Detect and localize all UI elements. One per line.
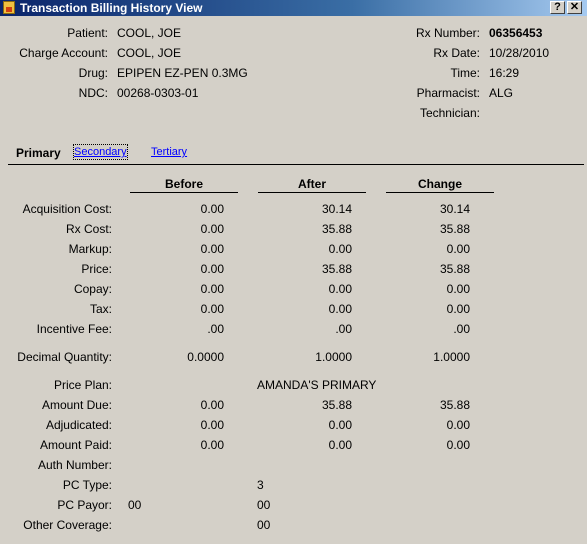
row-before: 0.00 — [200, 202, 224, 216]
other-coverage-after: 00 — [257, 518, 271, 532]
title-bar[interactable]: Transaction Billing History View ? ✕ — [0, 0, 587, 16]
adjudicated-before: 0.00 — [200, 418, 224, 432]
tab-primary[interactable]: Primary — [16, 146, 61, 160]
row-label: Copay: — [73, 282, 112, 296]
row-after: 35.88 — [321, 222, 352, 236]
rx-date-label: Rx Date: — [433, 46, 480, 60]
close-button[interactable]: ✕ — [567, 1, 582, 14]
window-title: Transaction Billing History View — [20, 1, 203, 15]
row-change: .00 — [453, 322, 470, 336]
amount-due-label: Amount Due: — [41, 398, 112, 412]
row-change: 0.00 — [446, 302, 470, 316]
amount-paid-before: 0.00 — [200, 438, 224, 452]
technician-label: Technician: — [419, 106, 480, 120]
amount-paid-after: 0.00 — [328, 438, 352, 452]
column-change-header: Change — [417, 177, 462, 191]
drug-label: Drug: — [78, 66, 108, 80]
amount-paid-label: Amount Paid: — [39, 438, 112, 452]
row-after: 35.88 — [321, 262, 352, 276]
time-label: Time: — [450, 66, 480, 80]
tab-tertiary[interactable]: Tertiary — [151, 145, 187, 159]
pc-type-label: PC Type: — [62, 478, 112, 492]
auth-number-label: Auth Number: — [37, 458, 112, 472]
column-change-underline — [386, 192, 494, 193]
app-icon — [3, 1, 15, 14]
row-change: 35.88 — [439, 222, 470, 236]
pc-payor-after: 00 — [257, 498, 271, 512]
drug-value: EPIPEN EZ-PEN 0.3MG — [117, 66, 248, 80]
row-change: 35.88 — [439, 262, 470, 276]
column-after-underline — [258, 192, 366, 193]
row-before: 0.00 — [200, 222, 224, 236]
row-label: Rx Cost: — [65, 222, 112, 236]
row-change: 0.00 — [446, 242, 470, 256]
row-label: Incentive Fee: — [36, 322, 112, 336]
row-after: 0.00 — [328, 242, 352, 256]
pharmacist-value: ALG — [489, 86, 514, 100]
row-label: Price: — [81, 262, 112, 276]
row-after: 0.00 — [328, 282, 352, 296]
price-plan-value: AMANDA'S PRIMARY — [257, 378, 377, 392]
pc-payor-before: 00 — [128, 498, 142, 512]
row-after: 0.00 — [328, 302, 352, 316]
row-change: 0.00 — [446, 282, 470, 296]
tab-divider — [8, 164, 584, 165]
help-button[interactable]: ? — [550, 1, 565, 14]
decimal-quantity-after: 1.0000 — [315, 350, 352, 364]
pharmacist-label: Pharmacist: — [416, 86, 480, 100]
transaction-billing-history-window: Transaction Billing History View ? ✕ Pat… — [0, 0, 587, 544]
row-label: Tax: — [89, 302, 112, 316]
time-value: 16:29 — [489, 66, 520, 80]
row-before: 0.00 — [200, 282, 224, 296]
decimal-quantity-before: 0.0000 — [187, 350, 224, 364]
patient-label: Patient: — [67, 26, 108, 40]
other-coverage-label: Other Coverage: — [23, 518, 112, 532]
adjudicated-change: 0.00 — [446, 418, 470, 432]
ndc-label: NDC: — [78, 86, 108, 100]
rx-date-value: 10/28/2010 — [489, 46, 550, 60]
rx-number-value: 06356453 — [489, 26, 543, 40]
decimal-quantity-label: Decimal Quantity: — [17, 350, 112, 364]
adjudicated-after: 0.00 — [328, 418, 352, 432]
row-after: 30.14 — [321, 202, 352, 216]
column-before-underline — [130, 192, 238, 193]
decimal-quantity-change: 1.0000 — [433, 350, 470, 364]
charge-account-label: Charge Account: — [19, 46, 108, 60]
row-before: 0.00 — [200, 242, 224, 256]
row-before: 0.00 — [200, 262, 224, 276]
column-before-header: Before — [164, 177, 203, 191]
amount-paid-change: 0.00 — [446, 438, 470, 452]
ndc-value: 00268-0303-01 — [117, 86, 199, 100]
row-label: Markup: — [68, 242, 112, 256]
tab-secondary[interactable]: Secondary — [73, 144, 128, 160]
amount-due-before: 0.00 — [200, 398, 224, 412]
row-before: .00 — [207, 322, 224, 336]
amount-due-change: 35.88 — [439, 398, 470, 412]
row-label: Acquisition Cost: — [22, 202, 112, 216]
pc-type-after: 3 — [257, 478, 264, 492]
amount-due-after: 35.88 — [321, 398, 352, 412]
patient-value: COOL, JOE — [117, 26, 182, 40]
row-after: .00 — [335, 322, 352, 336]
charge-account-value: COOL, JOE — [117, 46, 182, 60]
column-after-header: After — [297, 177, 326, 191]
row-before: 0.00 — [200, 302, 224, 316]
adjudicated-label: Adjudicated: — [45, 418, 112, 432]
price-plan-label: Price Plan: — [53, 378, 112, 392]
row-change: 30.14 — [439, 202, 470, 216]
pc-payor-label: PC Payor: — [57, 498, 112, 512]
rx-number-label: Rx Number: — [415, 26, 480, 40]
